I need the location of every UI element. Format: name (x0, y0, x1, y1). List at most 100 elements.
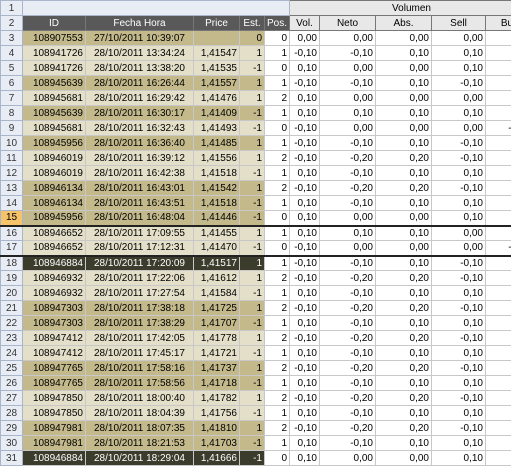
cell-est[interactable]: -1 (239, 345, 265, 361)
cell-pos[interactable]: 1 (264, 135, 290, 151)
cell-price[interactable]: 1,41556 (193, 150, 240, 166)
cell-abs[interactable]: 0,10 (375, 45, 432, 61)
cell-vol[interactable]: -0,10 (289, 150, 320, 166)
cell-pos[interactable]: 1 (264, 315, 290, 331)
cell-buy[interactable]: 0,00 (484, 345, 511, 361)
row-header[interactable]: 19 (0, 270, 23, 286)
cell-fecha-hora[interactable]: 28/10/2011 16:43:01 (85, 180, 194, 196)
cell-est[interactable]: -1 (239, 60, 265, 76)
cell-pos[interactable]: 1 (264, 285, 290, 301)
cell-abs[interactable]: 0,10 (375, 405, 432, 421)
cell-fecha-hora[interactable]: 28/10/2011 18:29:04 (85, 450, 194, 466)
cell-neto[interactable]: -0,20 (319, 330, 376, 346)
row-header[interactable]: 1 (0, 0, 23, 16)
cell-id[interactable]: 108945956 (22, 210, 86, 227)
col-header-vol[interactable]: Vol. (289, 15, 320, 31)
row-header[interactable]: 21 (0, 300, 23, 316)
cell-id[interactable]: 108947850 (22, 390, 86, 406)
volumen-header[interactable]: Volumen (288, 0, 511, 16)
cell-fecha-hora[interactable]: 28/10/2011 18:07:35 (85, 420, 194, 436)
cell-neto[interactable]: -0,10 (319, 135, 376, 151)
col-header-abs[interactable]: Abs. (375, 15, 432, 31)
cell-fecha-hora[interactable]: 28/10/2011 17:38:18 (85, 300, 194, 316)
cell-pos[interactable]: 1 (264, 405, 290, 421)
cell-sell[interactable]: 0,10 (431, 345, 486, 361)
empty-header-cell[interactable] (22, 0, 290, 16)
cell-neto[interactable]: 0,00 (319, 120, 376, 136)
cell-id[interactable]: 108907553 (22, 30, 86, 46)
cell-id[interactable]: 108947303 (22, 300, 86, 316)
cell-vol[interactable]: 0,00 (289, 30, 320, 46)
cell-price[interactable]: 1,41756 (193, 405, 240, 421)
cell-fecha-hora[interactable]: 28/10/2011 17:58:16 (85, 360, 194, 376)
cell-abs[interactable]: 0,00 (375, 120, 432, 136)
row-header[interactable]: 18 (0, 255, 23, 271)
cell-price[interactable]: 1,41446 (193, 210, 240, 227)
cell-price[interactable]: 1,41718 (193, 375, 240, 391)
cell-vol[interactable]: 0,10 (289, 105, 320, 121)
cell-sell[interactable]: 0,00 (431, 90, 486, 106)
cell-abs[interactable]: 0,00 (375, 30, 432, 46)
cell-buy[interactable]: 0,00 (484, 375, 511, 391)
cell-neto[interactable]: -0,10 (319, 345, 376, 361)
cell-est[interactable]: 1 (239, 330, 265, 346)
cell-pos[interactable]: 1 (264, 225, 290, 241)
cell-abs[interactable]: 0,00 (375, 90, 432, 106)
cell-vol[interactable]: 0,10 (289, 195, 320, 211)
cell-price[interactable]: 1,41547 (193, 45, 240, 61)
cell-sell[interactable]: -0,10 (431, 390, 486, 406)
cell-neto[interactable]: -0,10 (319, 435, 376, 451)
cell-fecha-hora[interactable]: 28/10/2011 17:45:17 (85, 345, 194, 361)
cell-neto[interactable]: -0,10 (319, 45, 376, 61)
cell-buy[interactable]: 0,00 (484, 255, 511, 271)
cell-buy[interactable]: 0,00 (484, 180, 511, 196)
cell-price[interactable]: 1,41455 (193, 225, 240, 241)
cell-fecha-hora[interactable]: 28/10/2011 17:42:05 (85, 330, 194, 346)
cell-neto[interactable]: -0,10 (319, 75, 376, 91)
cell-fecha-hora[interactable]: 28/10/2011 17:12:31 (85, 240, 194, 257)
cell-price[interactable]: 1,41485 (193, 135, 240, 151)
row-header[interactable]: 4 (0, 45, 23, 61)
row-header[interactable]: 22 (0, 315, 23, 331)
row-header[interactable]: 3 (0, 30, 23, 46)
cell-price[interactable]: 1,41721 (193, 345, 240, 361)
cell-buy[interactable]: 0,00 (484, 30, 511, 46)
cell-price[interactable]: 1,41810 (193, 420, 240, 436)
cell-neto[interactable]: -0,20 (319, 270, 376, 286)
cell-pos[interactable]: 0 (264, 210, 290, 227)
cell-est[interactable]: 1 (239, 270, 265, 286)
cell-neto[interactable]: 0,00 (319, 450, 376, 466)
cell-neto[interactable]: 0,00 (319, 240, 376, 257)
cell-buy[interactable]: 0,00 (484, 315, 511, 331)
cell-pos[interactable]: 1 (264, 105, 290, 121)
cell-id[interactable]: 108946652 (22, 240, 86, 257)
cell-abs[interactable]: 0,00 (375, 240, 432, 257)
row-header[interactable]: 25 (0, 360, 23, 376)
cell-buy[interactable]: 0,00 (484, 285, 511, 301)
cell-buy[interactable]: 0,00 (484, 270, 511, 286)
cell-price[interactable]: 1,41778 (193, 330, 240, 346)
cell-pos[interactable]: 0 (264, 60, 290, 76)
cell-fecha-hora[interactable]: 28/10/2011 13:38:20 (85, 60, 194, 76)
col-header-id[interactable]: ID (22, 15, 86, 31)
cell-id[interactable]: 108945681 (22, 120, 86, 136)
cell-id[interactable]: 108946932 (22, 285, 86, 301)
cell-sell[interactable]: 0,00 (431, 120, 486, 136)
cell-pos[interactable]: 1 (264, 435, 290, 451)
cell-vol[interactable]: -0,10 (289, 240, 320, 257)
cell-sell[interactable]: 0,10 (431, 315, 486, 331)
cell-est[interactable]: -1 (239, 450, 265, 466)
cell-sell[interactable]: 0,10 (431, 405, 486, 421)
cell-vol[interactable]: -0,10 (289, 330, 320, 346)
cell-est[interactable]: -1 (239, 285, 265, 301)
cell-est[interactable]: 1 (239, 135, 265, 151)
row-header[interactable]: 23 (0, 330, 23, 346)
cell-pos[interactable]: 1 (264, 375, 290, 391)
cell-buy[interactable]: 0,00 (484, 450, 511, 466)
cell-pos[interactable]: 1 (264, 195, 290, 211)
cell-abs[interactable]: 0,10 (375, 345, 432, 361)
cell-buy[interactable]: 0,00 (484, 435, 511, 451)
cell-est[interactable]: 1 (239, 360, 265, 376)
cell-buy[interactable]: 0,00 (484, 60, 511, 76)
cell-id[interactable]: 108945639 (22, 75, 86, 91)
